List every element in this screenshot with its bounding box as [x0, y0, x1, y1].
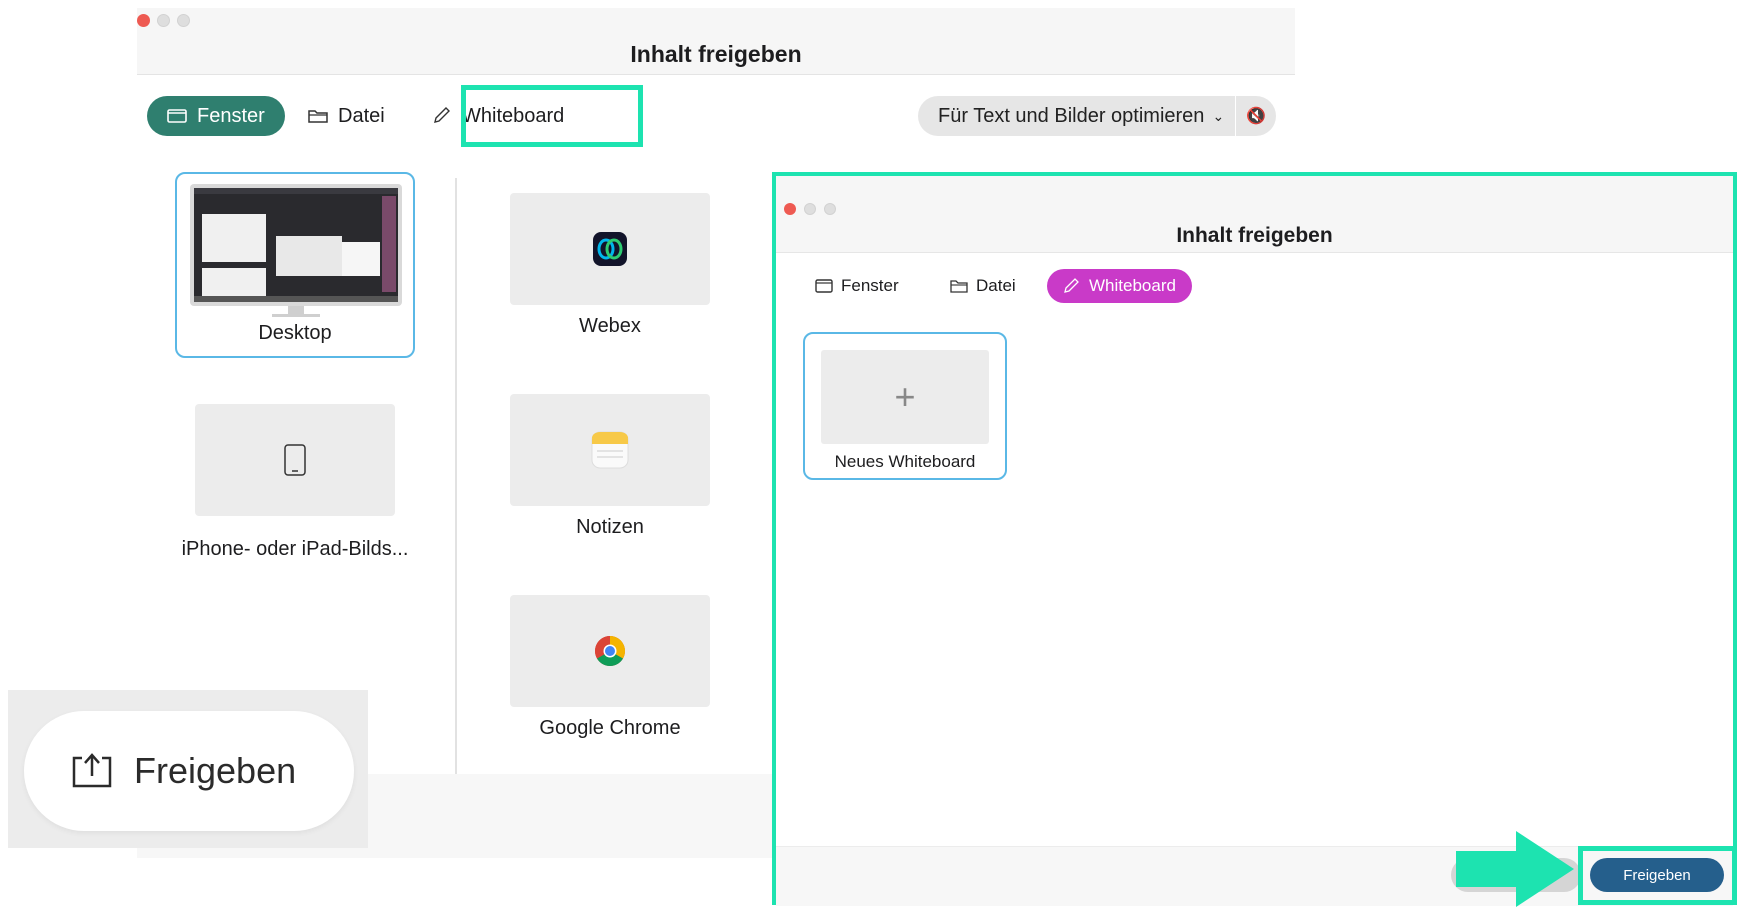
audio-muted-icon[interactable]: 🔇	[1235, 96, 1276, 136]
zoom-window-button[interactable]	[824, 203, 836, 215]
desktop-source-card[interactable]: Desktop	[175, 172, 415, 358]
title-bar: Inhalt freigeben	[137, 8, 1295, 75]
share-button-large[interactable]: Freigeben	[24, 711, 354, 831]
optimize-dropdown[interactable]: Für Text und Bilder optimieren ⌄ 🔇	[918, 96, 1276, 136]
new-whiteboard-card[interactable]: + Neues Whiteboard	[803, 332, 1007, 480]
pencil-icon	[1064, 278, 1079, 293]
webex-app-card[interactable]	[510, 193, 710, 305]
phone-icon	[284, 444, 306, 476]
notes-app-card[interactable]	[510, 394, 710, 506]
tab-datei[interactable]: Datei	[950, 269, 1016, 303]
close-window-button[interactable]	[137, 14, 150, 27]
notes-icon	[591, 431, 629, 469]
pencil-icon	[434, 107, 450, 123]
tab-label: Whiteboard	[1089, 276, 1176, 295]
chrome-app-card[interactable]	[510, 595, 710, 707]
title-bar: Inhalt freigeben	[776, 176, 1733, 253]
new-whiteboard-label: Neues Whiteboard	[834, 452, 976, 471]
optimize-label: Für Text und Bilder optimieren	[938, 104, 1205, 127]
tab-label: Datei	[338, 104, 385, 127]
folder-icon	[950, 280, 968, 293]
tab-whiteboard[interactable]: Whiteboard	[1047, 269, 1192, 303]
minimize-window-button[interactable]	[804, 203, 816, 215]
chevron-down-icon: ⌄	[1212, 107, 1225, 124]
share-content-window-whiteboard: Inhalt freigeben Fenster Datei Whiteboar…	[772, 172, 1737, 907]
app-label: Notizen	[576, 516, 644, 538]
whiteboard-tab-highlight	[461, 85, 643, 147]
app-label: Google Chrome	[539, 717, 681, 739]
source-label: Desktop	[258, 322, 332, 344]
window-title: Inhalt freigeben	[1176, 224, 1333, 247]
tab-datei[interactable]: Datei	[308, 96, 385, 136]
tab-label: Datei	[976, 276, 1016, 295]
close-window-button[interactable]	[784, 203, 796, 215]
share-icon	[72, 753, 112, 788]
minimize-window-button[interactable]	[157, 14, 170, 27]
window-icon	[815, 279, 833, 293]
tab-label: Fenster	[841, 276, 899, 295]
share-button-zoom-callout: Freigeben	[8, 690, 368, 848]
share-label: Freigeben	[134, 750, 297, 791]
app-label: Webex	[579, 315, 641, 337]
window-icon	[167, 109, 187, 123]
tab-label: Fenster	[197, 104, 265, 127]
window-title: Inhalt freigeben	[630, 41, 802, 67]
chrome-icon	[594, 636, 626, 667]
tab-fenster[interactable]: Fenster	[147, 96, 285, 136]
pointer-arrow-icon	[1456, 831, 1574, 907]
desktop-thumbnail-icon	[190, 184, 402, 317]
zoom-window-button[interactable]	[177, 14, 190, 27]
tab-fenster[interactable]: Fenster	[815, 269, 899, 303]
column-divider	[455, 178, 457, 784]
webex-icon	[593, 232, 627, 266]
folder-icon	[308, 110, 328, 123]
source-label: iPhone- oder iPad-Bilds...	[181, 538, 409, 560]
plus-icon: +	[821, 350, 989, 444]
share-button-highlight	[1578, 846, 1737, 905]
iphone-ipad-source-card[interactable]	[195, 404, 395, 516]
